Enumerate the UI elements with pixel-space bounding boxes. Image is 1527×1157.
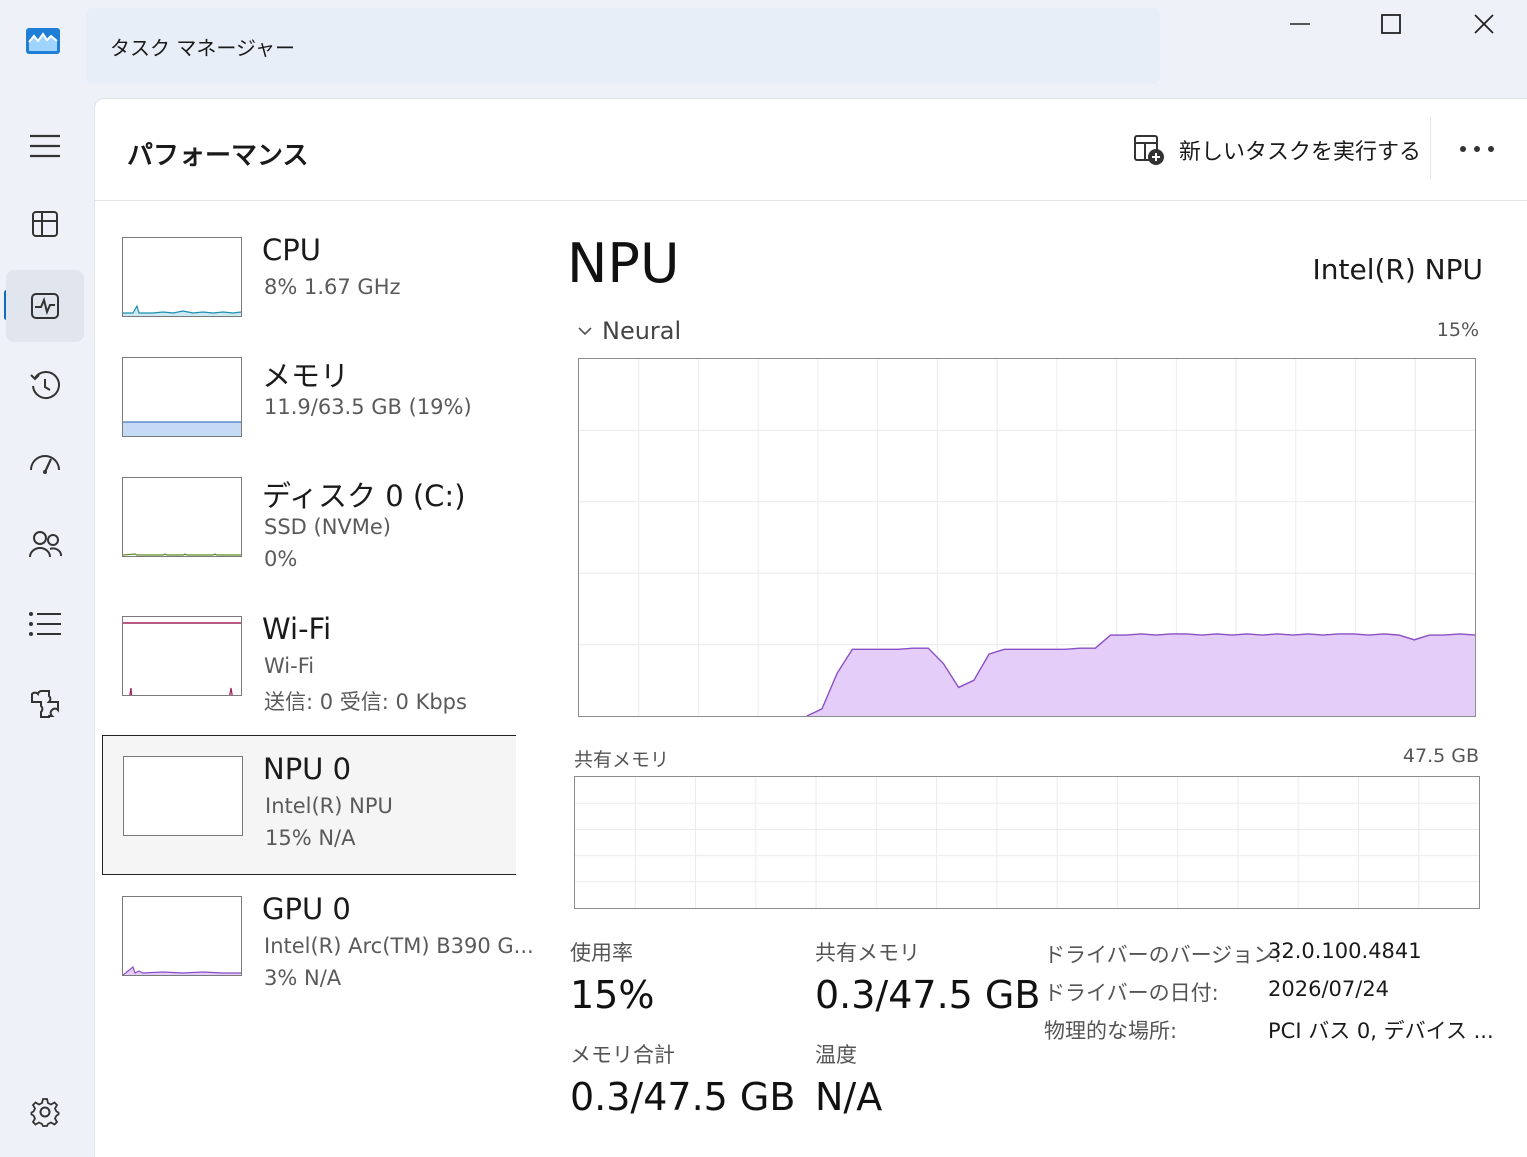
nav-processes[interactable] (6, 188, 84, 260)
resource-detail: SSD (NVMe) (264, 515, 392, 539)
navigation-rail (0, 100, 92, 1157)
resource-detail: Intel(R) Arc(TM) B390 G... (264, 934, 534, 958)
nav-settings[interactable] (6, 1076, 84, 1148)
gpu-thumbnail-graph (122, 896, 242, 976)
memory-thumbnail-graph (122, 357, 242, 437)
resource-item-memory[interactable]: メモリ 11.9/63.5 GB (19%) (102, 337, 516, 477)
wifi-thumbnail-graph (122, 616, 242, 696)
detail-title: NPU (567, 232, 680, 295)
performance-icon (31, 293, 59, 319)
resource-usage: 3% N/A (264, 966, 342, 990)
hamburger-icon (30, 134, 60, 158)
nav-menu-toggle[interactable] (6, 110, 84, 182)
page-title: パフォーマンス (127, 141, 309, 171)
page-header: パフォーマンス 新しいタスクを実行する (95, 99, 1527, 201)
resource-item-disk[interactable]: ディスク 0 (C:) SSD (NVMe) 0% (102, 457, 516, 597)
neural-graph-selector[interactable]: Neural (578, 317, 681, 345)
resource-item-npu[interactable]: NPU 0 Intel(R) NPU 15% N/A (102, 735, 516, 875)
driver-version-label: ドライバーのバージョン: (1044, 943, 1282, 967)
resource-name: NPU 0 (263, 752, 352, 786)
resource-name: メモリ (262, 359, 350, 393)
maximize-icon (1381, 14, 1401, 34)
disk-thumbnail-graph (122, 477, 242, 557)
resource-detail: 8% 1.67 GHz (264, 275, 401, 299)
neural-usage-graph (578, 358, 1476, 717)
app-history-icon (30, 371, 60, 399)
gpu-sparkline (123, 965, 241, 975)
usage-label: 使用率 (570, 941, 633, 965)
resource-name: Wi-Fi (262, 612, 332, 646)
total-memory-label: メモリ合計 (570, 1043, 675, 1067)
disk-sparkline (123, 553, 241, 556)
resource-name: ディスク 0 (C:) (262, 479, 466, 513)
more-options-icon (1460, 146, 1494, 152)
shared-memory-value: 0.3/47.5 GB (815, 973, 1041, 1017)
resource-detail: Wi-Fi (264, 654, 315, 678)
npu-thumbnail-graph (123, 756, 243, 836)
resource-item-wifi[interactable]: Wi-Fi Wi-Fi 送信: 0 受信: 0 Kbps (102, 596, 516, 736)
shared-memory-graph-max: 47.5 GB (1402, 745, 1479, 767)
run-new-task-icon (1134, 135, 1164, 165)
processes-icon (32, 211, 58, 237)
driver-date-value: 2026/07/24 (1268, 977, 1390, 1001)
resource-detail: Intel(R) NPU (265, 794, 393, 818)
memory-sparkline (123, 421, 241, 436)
physical-location-value: PCI バス 0, デバイス ... (1268, 1019, 1494, 1043)
resource-usage: 送信: 0 受信: 0 Kbps (264, 690, 467, 714)
task-manager-app-icon (26, 28, 60, 54)
run-new-task-button[interactable]: 新しいタスクを実行する (1133, 131, 1421, 169)
run-new-task-label: 新しいタスクを実行する (1179, 140, 1422, 165)
maximize-button[interactable] (1368, 6, 1414, 42)
detail-device-name: Intel(R) NPU (1312, 253, 1483, 286)
driver-version-value: 32.0.100.4841 (1268, 939, 1422, 963)
neural-area-fill (806, 633, 1475, 716)
services-icon (31, 690, 59, 718)
more-options-button[interactable] (1447, 129, 1507, 169)
startup-apps-icon (30, 455, 60, 474)
physical-location-label: 物理的な場所: (1044, 1019, 1178, 1043)
driver-date-label: ドライバーの日付: (1044, 981, 1219, 1005)
close-button[interactable] (1461, 6, 1507, 42)
neural-graph-max: 15% (1436, 319, 1479, 341)
npu-sparkline (124, 756, 242, 836)
shared-memory-chart-svg (575, 777, 1479, 908)
nav-performance[interactable] (6, 270, 84, 342)
shared-memory-graph (574, 776, 1480, 909)
nav-app-history[interactable] (6, 350, 84, 422)
shared-memory-label: 共有メモリ (815, 941, 920, 965)
cpu-sparkline (123, 304, 241, 316)
total-memory-value: 0.3/47.5 GB (570, 1075, 796, 1119)
cpu-thumbnail-graph (122, 237, 242, 317)
wifi-sparkline (123, 622, 241, 695)
nav-services[interactable] (6, 668, 84, 740)
resource-usage: 0% (264, 547, 298, 571)
temperature-label: 温度 (815, 1043, 857, 1067)
neural-chart-svg (579, 359, 1476, 717)
chevron-down-icon (578, 327, 592, 336)
resource-item-gpu[interactable]: GPU 0 Intel(R) Arc(TM) B390 G... 3% N/A (102, 876, 534, 1016)
nav-users[interactable] (6, 508, 84, 580)
details-icon (29, 612, 61, 636)
window-title: タスク マネージャー (110, 36, 295, 60)
close-icon (1474, 14, 1494, 34)
temperature-value: N/A (815, 1075, 883, 1119)
users-icon (29, 531, 62, 558)
minimize-icon (1290, 23, 1310, 25)
main-panel: パフォーマンス 新しいタスクを実行する CPU 8% 1.67 GHz メモリ … (94, 98, 1527, 1157)
nav-details[interactable] (6, 588, 84, 660)
resource-usage: 15% N/A (265, 826, 356, 850)
shared-memory-graph-label: 共有メモリ (574, 749, 670, 771)
usage-value: 15% (570, 973, 655, 1017)
minimize-button[interactable] (1277, 6, 1323, 42)
resource-name: CPU (262, 233, 321, 267)
neural-graph-label: Neural (602, 317, 682, 345)
title-bar: タスク マネージャー (0, 0, 1527, 95)
resource-detail: 11.9/63.5 GB (19%) (264, 395, 472, 419)
header-separator (1430, 117, 1431, 179)
resource-name: GPU 0 (262, 892, 351, 926)
nav-startup-apps[interactable] (6, 428, 84, 500)
settings-icon (30, 1098, 60, 1127)
resource-item-cpu[interactable]: CPU 8% 1.67 GHz (102, 217, 516, 357)
